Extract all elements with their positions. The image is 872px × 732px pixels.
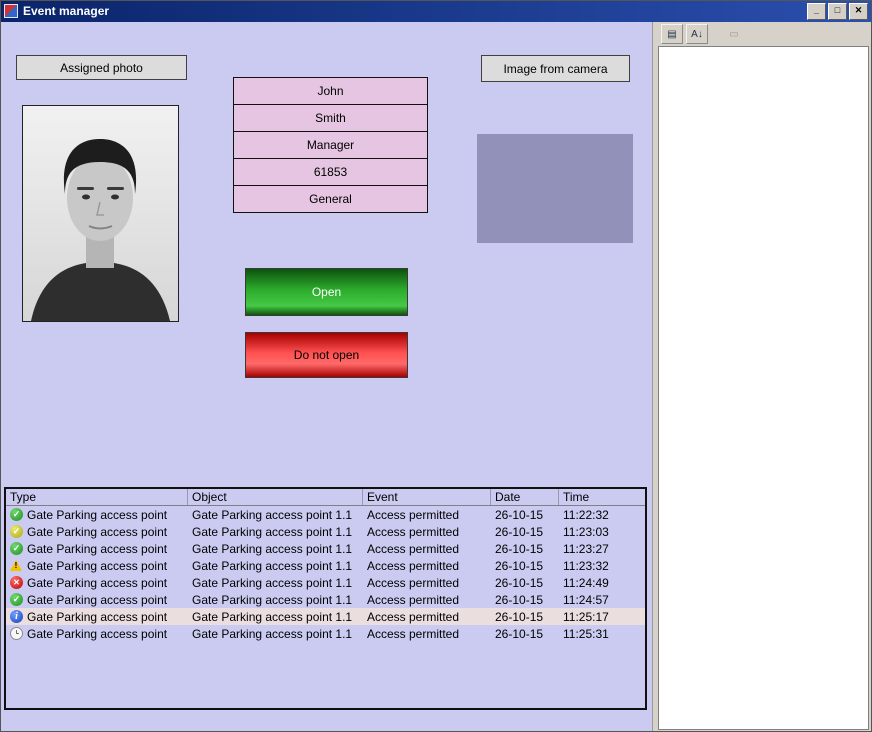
event-date: 26-10-15 bbox=[491, 542, 559, 556]
last-name-field: Smith bbox=[234, 104, 427, 131]
event-date: 26-10-15 bbox=[491, 627, 559, 641]
event-date: 26-10-15 bbox=[491, 610, 559, 624]
event-type-text: Gate Parking access point bbox=[27, 576, 167, 590]
column-header-object[interactable]: Object bbox=[188, 489, 363, 505]
minimize-button[interactable]: _ bbox=[807, 3, 826, 20]
event-object: Gate Parking access point 1.1 bbox=[188, 508, 363, 522]
event-type-text: Gate Parking access point bbox=[27, 627, 167, 641]
department-field: General bbox=[234, 185, 427, 212]
card-number-field: 61853 bbox=[234, 158, 427, 185]
event-date: 26-10-15 bbox=[491, 508, 559, 522]
event-type-text: Gate Parking access point bbox=[27, 525, 167, 539]
warning-status-icon bbox=[10, 559, 23, 572]
event-object: Gate Parking access point 1.1 bbox=[188, 542, 363, 556]
event-time: 11:23:27 bbox=[559, 542, 645, 556]
event-name: Access permitted bbox=[363, 542, 491, 556]
column-header-time[interactable]: Time bbox=[559, 489, 645, 505]
categorized-view-icon[interactable]: ▤ bbox=[661, 24, 683, 44]
position-field: Manager bbox=[234, 131, 427, 158]
event-time: 11:23:32 bbox=[559, 559, 645, 573]
event-date: 26-10-15 bbox=[491, 559, 559, 573]
right-panel-toolbar: ▤ A↓ ▭ bbox=[653, 22, 872, 46]
column-header-date[interactable]: Date bbox=[491, 489, 559, 505]
event-name: Access permitted bbox=[363, 508, 491, 522]
person-fields: John Smith Manager 61853 General bbox=[233, 77, 428, 213]
event-type-cell: ✓ Gate Parking access point bbox=[6, 525, 188, 539]
event-name: Access permitted bbox=[363, 593, 491, 607]
portrait-photo bbox=[23, 106, 178, 321]
first-name-field: John bbox=[234, 78, 427, 104]
window-title: Event manager bbox=[23, 4, 109, 18]
event-object: Gate Parking access point 1.1 bbox=[188, 576, 363, 590]
events-table-header: TypeObjectEventDateTime bbox=[6, 489, 645, 506]
event-object: Gate Parking access point 1.1 bbox=[188, 627, 363, 641]
close-button[interactable]: ✕ bbox=[849, 3, 868, 20]
info-status-icon: i bbox=[10, 610, 23, 623]
event-date: 26-10-15 bbox=[491, 593, 559, 607]
right-panel: ▤ A↓ ▭ bbox=[652, 22, 872, 732]
assigned-photo-image bbox=[22, 105, 179, 322]
event-type-cell: i Gate Parking access point bbox=[6, 610, 188, 624]
event-row[interactable]: i Gate Parking access point Gate Parking a… bbox=[6, 608, 645, 625]
app-icon bbox=[4, 4, 18, 18]
pending-status-icon bbox=[10, 627, 23, 640]
event-time: 11:24:49 bbox=[559, 576, 645, 590]
event-type-cell: ✓ Gate Parking access point bbox=[6, 593, 188, 607]
event-time: 11:22:32 bbox=[559, 508, 645, 522]
event-type-cell: Gate Parking access point bbox=[6, 627, 188, 641]
event-row[interactable]: ✓ Gate Parking access point Gate Parking a… bbox=[6, 591, 645, 608]
event-time: 11:25:31 bbox=[559, 627, 645, 641]
event-name: Access permitted bbox=[363, 525, 491, 539]
event-type-text: Gate Parking access point bbox=[27, 508, 167, 522]
event-type-cell: ✓ Gate Parking access point bbox=[6, 508, 188, 522]
event-object: Gate Parking access point 1.1 bbox=[188, 559, 363, 573]
event-row[interactable]: Gate Parking access point Gate Parking ac… bbox=[6, 557, 645, 574]
event-time: 11:25:17 bbox=[559, 610, 645, 624]
event-type-cell: Gate Parking access point bbox=[6, 559, 188, 573]
event-row[interactable]: ✓ Gate Parking access point Gate Parking a… bbox=[6, 506, 645, 523]
camera-image-placeholder bbox=[477, 134, 633, 243]
event-name: Access permitted bbox=[363, 610, 491, 624]
property-pages-icon: ▭ bbox=[723, 24, 745, 44]
event-name: Access permitted bbox=[363, 627, 491, 641]
open-button[interactable]: Open bbox=[245, 268, 408, 316]
event-type-text: Gate Parking access point bbox=[27, 559, 167, 573]
do-not-open-button[interactable]: Do not open bbox=[245, 332, 408, 378]
titlebar: Event manager _ □ ✕ bbox=[0, 0, 872, 22]
maximize-button[interactable]: □ bbox=[828, 3, 847, 20]
assigned-photo-label: Assigned photo bbox=[16, 55, 187, 80]
events-table-body: ✓Gate Parking access pointGate Parking a… bbox=[6, 506, 645, 642]
event-type-text: Gate Parking access point bbox=[27, 610, 167, 624]
event-row[interactable]: ✓ Gate Parking access point Gate Parking a… bbox=[6, 523, 645, 540]
event-row[interactable]: ✕ Gate Parking access point Gate Parking a… bbox=[6, 574, 645, 591]
event-date: 26-10-15 bbox=[491, 576, 559, 590]
event-date: 26-10-15 bbox=[491, 525, 559, 539]
column-header-event[interactable]: Event bbox=[363, 489, 491, 505]
success-status-icon: ✓ bbox=[10, 542, 23, 555]
success-yellow-status-icon: ✓ bbox=[10, 525, 23, 538]
event-time: 11:23:03 bbox=[559, 525, 645, 539]
event-object: Gate Parking access point 1.1 bbox=[188, 593, 363, 607]
event-type-text: Gate Parking access point bbox=[27, 593, 167, 607]
event-row[interactable]: ✓ Gate Parking access point Gate Parking a… bbox=[6, 540, 645, 557]
event-type-cell: ✕ Gate Parking access point bbox=[6, 576, 188, 590]
event-row[interactable]: Gate Parking access point Gate Parking ac… bbox=[6, 625, 645, 642]
events-table: TypeObjectEventDateTime ✓ Gate Parking ac… bbox=[4, 487, 647, 710]
sort-alphabetical-icon[interactable]: A↓ bbox=[686, 24, 708, 44]
event-object: Gate Parking access point 1.1 bbox=[188, 610, 363, 624]
event-name: Access permitted bbox=[363, 559, 491, 573]
success-status-icon: ✓ bbox=[10, 508, 23, 521]
event-type-text: Gate Parking access point bbox=[27, 542, 167, 556]
image-from-camera-label: Image from camera bbox=[481, 55, 630, 82]
event-object: Gate Parking access point 1.1 bbox=[188, 525, 363, 539]
error-status-icon: ✕ bbox=[10, 576, 23, 589]
window-controls: _ □ ✕ bbox=[807, 3, 868, 20]
event-type-cell: ✓ Gate Parking access point bbox=[6, 542, 188, 556]
column-header-type[interactable]: Type bbox=[6, 489, 188, 505]
property-grid-area bbox=[658, 46, 869, 730]
success-status-icon: ✓ bbox=[10, 593, 23, 606]
event-time: 11:24:57 bbox=[559, 593, 645, 607]
event-name: Access permitted bbox=[363, 576, 491, 590]
